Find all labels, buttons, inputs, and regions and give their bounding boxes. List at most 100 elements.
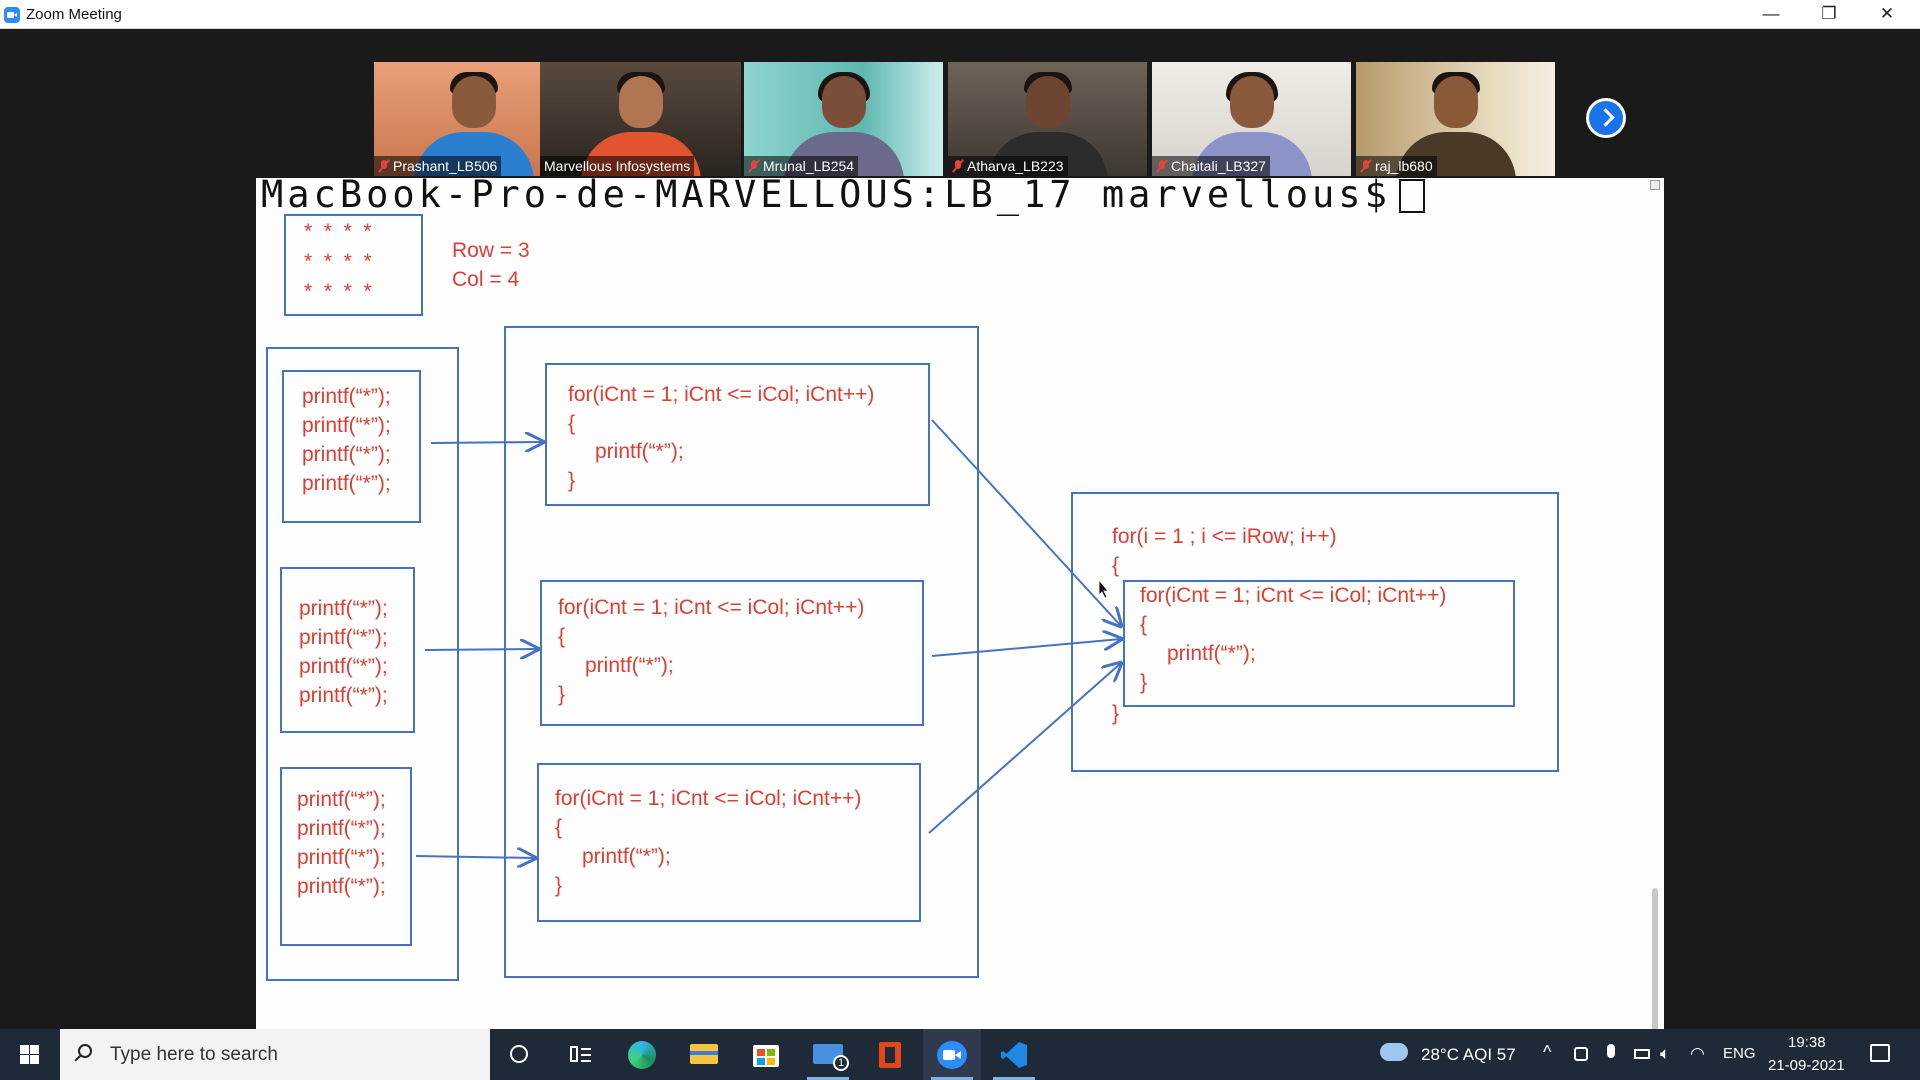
next-participants-arrow-icon[interactable] (1586, 98, 1626, 138)
mic-muted-icon (748, 159, 760, 173)
notifications-icon[interactable] (1870, 1044, 1890, 1062)
svg-text:{: { (568, 412, 575, 435)
svg-text:printf(“*”);: printf(“*”); (297, 875, 386, 898)
participant-tile-active-speaker[interactable]: Marvellous Infosystems (540, 62, 741, 176)
col-count-label: Col = 4 (452, 268, 519, 291)
vertical-scrollbar[interactable] (1652, 888, 1658, 1048)
vscode-taskbar-button[interactable] (985, 1029, 1043, 1080)
svg-text:printf(“*”);: printf(“*”); (585, 654, 674, 677)
svg-text:for(iCnt = 1; iCnt <= iCol; iC: for(iCnt = 1; iCnt <= iCol; iCnt++) (1140, 584, 1446, 607)
office-button[interactable] (861, 1029, 919, 1080)
svg-text:{: { (1112, 554, 1119, 577)
shared-screen: MacBook-Pro-de-MARVELLOUS:LB_17 marvello… (256, 178, 1664, 1058)
cortana-circle-icon (510, 1045, 528, 1063)
mic-muted-icon (378, 159, 390, 173)
search-icon (78, 1044, 92, 1058)
task-view-icon (570, 1046, 578, 1062)
svg-text:printf(“*”);: printf(“*”); (302, 414, 391, 437)
svg-text:printf(“*”);: printf(“*”); (299, 684, 388, 707)
svg-text:for(i = 1 ; i <= iRow; i++): for(i = 1 ; i <= iRow; i++) (1112, 525, 1337, 548)
printf-lines: printf(“*”); printf(“*”); printf(“*”); p… (297, 385, 391, 898)
mic-muted-icon (1360, 159, 1372, 173)
windows-taskbar: Type here to search 1 28°C AQI 57 ^ 🔈︎ ◠… (0, 1029, 1920, 1080)
microsoft-store-button[interactable] (737, 1029, 795, 1080)
mic-muted-icon (952, 159, 964, 173)
battery-icon[interactable] (1634, 1049, 1650, 1059)
mic-muted-icon (1156, 159, 1168, 173)
arrow (424, 649, 538, 650)
mail-button[interactable]: 1 (799, 1029, 857, 1080)
svg-text:for(iCnt = 1; iCnt <= iCol; iC: for(iCnt = 1; iCnt <= iCol; iCnt++) (555, 787, 861, 810)
scroll-up-button[interactable] (1650, 180, 1660, 190)
svg-text:printf(“*”);: printf(“*”); (297, 788, 386, 811)
microphone-icon[interactable] (1607, 1044, 1615, 1058)
participant-tile[interactable]: raj_lb680 (1356, 62, 1555, 176)
meet-now-icon[interactable] (1574, 1047, 1588, 1061)
cortana-button[interactable] (490, 1029, 548, 1080)
svg-text:printf(“*”);: printf(“*”); (299, 626, 388, 649)
inner-loop-code: for(iCnt = 1; iCnt <= iCol; iCnt++) { pr… (555, 383, 874, 897)
mail-badge: 1 (833, 1055, 849, 1071)
svg-text:printf(“*”);: printf(“*”); (302, 472, 391, 495)
clock-date[interactable]: 21-09-2021 (1768, 1057, 1845, 1074)
minimize-button[interactable]: — (1742, 0, 1800, 29)
start-button[interactable] (0, 1029, 60, 1080)
participant-tile[interactable]: Atharva_LB223 (948, 62, 1147, 176)
weather-readout[interactable]: 28°C AQI 57 (1421, 1045, 1516, 1065)
svg-text:}: } (1140, 671, 1147, 694)
search-placeholder: Type here to search (110, 1044, 278, 1065)
svg-text:printf(“*”);: printf(“*”); (595, 440, 684, 463)
svg-text:printf(“*”);: printf(“*”); (582, 845, 671, 868)
taskbar-search-box[interactable]: Type here to search (60, 1029, 490, 1080)
windows-logo-icon (20, 1045, 29, 1054)
edge-icon (628, 1041, 656, 1069)
edge-browser-button[interactable] (613, 1029, 671, 1080)
row-count-label: Row = 3 (452, 239, 530, 262)
wifi-icon[interactable]: ◠ (1690, 1044, 1705, 1064)
participant-tile[interactable]: Mrunal_LB254 (744, 62, 943, 176)
arrow (931, 639, 1121, 657)
window-title-bar: Zoom Meeting — ❐ ✕ (0, 0, 1920, 29)
arrow (430, 442, 543, 443)
input-language[interactable]: ENG (1723, 1045, 1756, 1062)
file-explorer-button[interactable] (675, 1029, 733, 1080)
svg-text:printf(“*”);: printf(“*”); (299, 597, 388, 620)
star-row: * * * * (304, 280, 372, 303)
zoom-taskbar-button[interactable] (923, 1029, 981, 1080)
star-row: * * * * (304, 220, 372, 243)
window-title: Zoom Meeting (26, 6, 122, 23)
loop-diagram: * * * * * * * * * * * * Row = 3 Col = 4 … (266, 214, 1559, 981)
volume-icon[interactable]: 🔈︎ (1660, 1044, 1670, 1064)
mouse-pointer-icon (1098, 578, 1109, 599)
outer-loop-code: for(i = 1 ; i <= iRow; i++) { for(iCnt =… (1112, 525, 1446, 725)
svg-text:for(iCnt = 1; iCnt <= iCol; iC: for(iCnt = 1; iCnt <= iCol; iCnt++) (558, 596, 864, 619)
printf-block (280, 567, 415, 733)
arrow (931, 419, 1121, 626)
svg-text:printf(“*”);: printf(“*”); (299, 655, 388, 678)
svg-text:}: } (555, 874, 562, 897)
zoom-app-icon (4, 7, 20, 23)
participant-name-label: raj_lb680 (1356, 156, 1437, 176)
show-hidden-icons-chevron-icon[interactable]: ^ (1543, 1042, 1551, 1063)
clock-time[interactable]: 19:38 (1788, 1034, 1826, 1051)
svg-text:{: { (1140, 613, 1147, 636)
inner-loop-container (504, 326, 979, 978)
meeting-area: Prashant_LB506 Marvellous Infosystems Mr… (0, 29, 1920, 1058)
svg-text:}: } (568, 469, 575, 492)
participant-name-label: Mrunal_LB254 (744, 156, 859, 176)
star-row: * * * * (304, 250, 372, 273)
arrow (928, 663, 1121, 834)
task-view-button[interactable] (551, 1029, 609, 1080)
participant-name-label: Atharva_LB223 (948, 156, 1068, 176)
participant-tile[interactable]: Chaitali_LB327 (1152, 62, 1351, 176)
participant-name-label: Prashant_LB506 (374, 156, 502, 176)
vscode-icon (1001, 1042, 1027, 1068)
close-button[interactable]: ✕ (1858, 0, 1916, 29)
svg-text:printf(“*”);: printf(“*”); (302, 443, 391, 466)
svg-text:printf(“*”);: printf(“*”); (302, 385, 391, 408)
participant-strip: Prashant_LB506 Marvellous Infosystems Mr… (374, 62, 1574, 176)
restore-button[interactable]: ❐ (1800, 0, 1858, 29)
weather-cloud-icon (1380, 1043, 1408, 1061)
svg-text:{: { (558, 625, 565, 648)
svg-text:printf(“*”);: printf(“*”); (1167, 642, 1256, 665)
